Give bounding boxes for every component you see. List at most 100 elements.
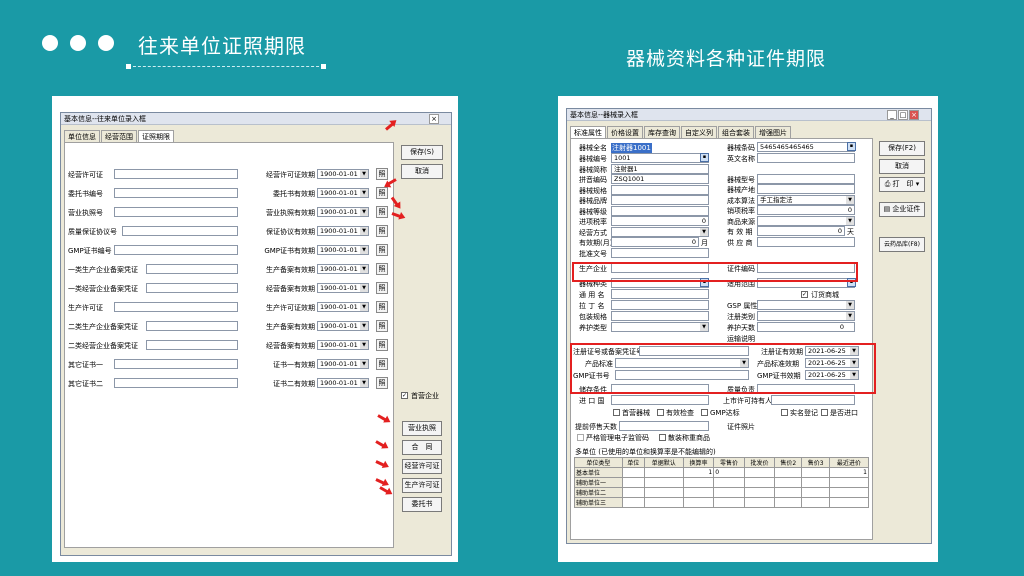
realname-checkbox[interactable] xyxy=(781,409,788,416)
last-price-cell[interactable]: 1 xyxy=(828,467,870,478)
exam-checkbox[interactable] xyxy=(657,409,664,416)
license-number-input[interactable] xyxy=(114,207,238,217)
supplier-input[interactable] xyxy=(757,236,855,247)
first-checkbox[interactable] xyxy=(613,409,620,416)
license-number-input[interactable] xyxy=(146,321,238,331)
source-select[interactable]: ▼ xyxy=(757,215,855,226)
origin-input[interactable] xyxy=(757,184,855,194)
retail-cell[interactable]: 0 xyxy=(713,467,745,478)
close-icon[interactable]: × xyxy=(429,114,439,124)
code-lookup-icon[interactable]: ▪ xyxy=(700,153,709,162)
ratio-cell[interactable] xyxy=(682,477,715,488)
photo-button[interactable]: 照 xyxy=(376,168,388,180)
license-number-input[interactable] xyxy=(146,283,238,293)
last-price-cell[interactable] xyxy=(828,487,870,498)
spec-input[interactable] xyxy=(611,184,709,195)
grade-input[interactable] xyxy=(611,205,709,216)
expiry-date-select[interactable]: 1900-01-01 ▼ xyxy=(317,302,369,312)
last-price-cell[interactable] xyxy=(828,497,870,508)
expiry-date-select[interactable]: 1900-01-01 ▼ xyxy=(317,359,369,369)
expiry-date-select[interactable]: 1900-01-01 ▼ xyxy=(317,378,369,388)
en_name-input[interactable] xyxy=(757,152,855,163)
photo-button[interactable]: 照 xyxy=(376,339,388,351)
first-business-checkbox[interactable]: ✓ xyxy=(401,392,408,399)
expiry-date-select[interactable]: 1900-01-01 ▼ xyxy=(317,169,369,179)
latin-input[interactable] xyxy=(611,300,709,310)
grid-row[interactable]: 辅助单位三 xyxy=(574,497,870,508)
care-select[interactable]: ▼ xyxy=(611,322,709,332)
save-button[interactable]: 保存(F2) xyxy=(879,141,925,156)
expiry-date-select[interactable]: 1900-01-01 ▼ xyxy=(317,207,369,217)
valid_days-input[interactable]: 0 xyxy=(757,226,845,236)
retail-cell[interactable] xyxy=(713,477,745,488)
common-input[interactable] xyxy=(611,289,709,299)
photo-button[interactable]: 照 xyxy=(376,263,388,275)
grid-row[interactable]: 基本单位 1 0 1 xyxy=(574,467,870,478)
retail-cell[interactable] xyxy=(713,497,745,508)
production-permit-button[interactable]: 生产许可证 xyxy=(402,478,442,493)
photo-button[interactable]: 照 xyxy=(376,301,388,313)
expiry-date-select[interactable]: 1900-01-01 ▼ xyxy=(317,283,369,293)
maximize-icon[interactable]: □ xyxy=(898,110,908,120)
ratio-cell[interactable] xyxy=(682,487,715,498)
holder-input[interactable] xyxy=(771,395,855,405)
license-number-input[interactable] xyxy=(114,188,238,198)
expiry-date-select[interactable]: 1900-01-01 ▼ xyxy=(317,321,369,331)
stop-days-input[interactable] xyxy=(619,421,709,431)
photo-button[interactable]: 照 xyxy=(376,320,388,332)
expiry-date-select[interactable]: 1900-01-01 ▼ xyxy=(317,188,369,198)
last-price-cell[interactable] xyxy=(828,477,870,488)
brand-input[interactable] xyxy=(611,195,709,205)
package-input[interactable] xyxy=(611,311,709,321)
minimize-icon[interactable]: _ xyxy=(887,110,897,120)
license-number-input[interactable] xyxy=(114,169,238,179)
device-name-value[interactable]: 注射器1001 xyxy=(611,143,652,153)
expiry-date-select[interactable]: 1900-01-01 ▼ xyxy=(317,264,369,274)
gmp_check-checkbox[interactable] xyxy=(701,409,708,416)
license-number-input[interactable] xyxy=(114,302,238,312)
expiry-date-select[interactable]: 1900-01-01 ▼ xyxy=(317,226,369,236)
license-number-input[interactable] xyxy=(122,226,238,236)
elec-supervision-checkbox[interactable] xyxy=(577,434,584,441)
power-of-attorney-button[interactable]: 委托书 xyxy=(402,497,442,512)
gsp-select[interactable]: ▼ xyxy=(757,300,855,310)
expiry-date-select[interactable]: 1900-01-01 ▼ xyxy=(317,245,369,255)
inquiry-checkbox[interactable] xyxy=(821,409,828,416)
cloud-drug-library-button[interactable]: 云药品库(F8) xyxy=(879,237,925,252)
ratio-cell[interactable]: 1 xyxy=(682,467,715,478)
validity-input[interactable]: 0 xyxy=(611,237,699,247)
close-icon[interactable]: × xyxy=(909,110,919,120)
care-days-input[interactable]: 0 xyxy=(757,322,855,332)
in_tax-input[interactable]: 0 xyxy=(611,216,709,226)
out_tax-input[interactable]: 0 xyxy=(757,205,855,215)
license-number-input[interactable] xyxy=(114,378,238,388)
license-number-input[interactable] xyxy=(114,245,238,255)
expiry-date-select[interactable]: 1900-01-01 ▼ xyxy=(317,340,369,350)
photo-button[interactable]: 照 xyxy=(376,358,388,370)
cancel-button[interactable]: 取消 xyxy=(879,159,925,174)
grid-row[interactable]: 辅助单位二 xyxy=(574,487,870,498)
code-input[interactable]: 1001 xyxy=(611,153,709,163)
photo-button[interactable]: 照 xyxy=(376,377,388,389)
pinyin-input[interactable]: ZSQ1001 xyxy=(611,174,709,184)
ratio-cell[interactable] xyxy=(682,497,715,508)
import-input[interactable] xyxy=(611,395,709,405)
company-cert-button[interactable]: ▤ 企业证件 xyxy=(879,202,925,217)
license-number-input[interactable] xyxy=(146,264,238,274)
photo-button[interactable]: 照 xyxy=(376,282,388,294)
photo-button[interactable]: 照 xyxy=(376,244,388,256)
photo-button[interactable]: 照 xyxy=(376,225,388,237)
goods-mall-checkbox[interactable]: ✓ xyxy=(801,291,808,298)
license-number-input[interactable] xyxy=(114,359,238,369)
operation-permit-button[interactable]: 经营许可证 xyxy=(402,459,442,474)
grid-row[interactable]: 辅助单位一 xyxy=(574,477,870,488)
cost-select[interactable]: 手工指定法 ▼ xyxy=(757,194,855,205)
business-license-button[interactable]: 营业执照 xyxy=(402,421,442,436)
barcode-input[interactable]: 5465465465465 xyxy=(757,142,855,152)
license-number-input[interactable] xyxy=(146,340,238,350)
photo-button[interactable]: 照 xyxy=(376,206,388,218)
contract-button[interactable]: 合 同 xyxy=(402,440,442,455)
save-button[interactable]: 保存(S) xyxy=(401,145,443,160)
bulk-weigh-checkbox[interactable] xyxy=(659,434,666,441)
model-input[interactable] xyxy=(757,173,855,184)
